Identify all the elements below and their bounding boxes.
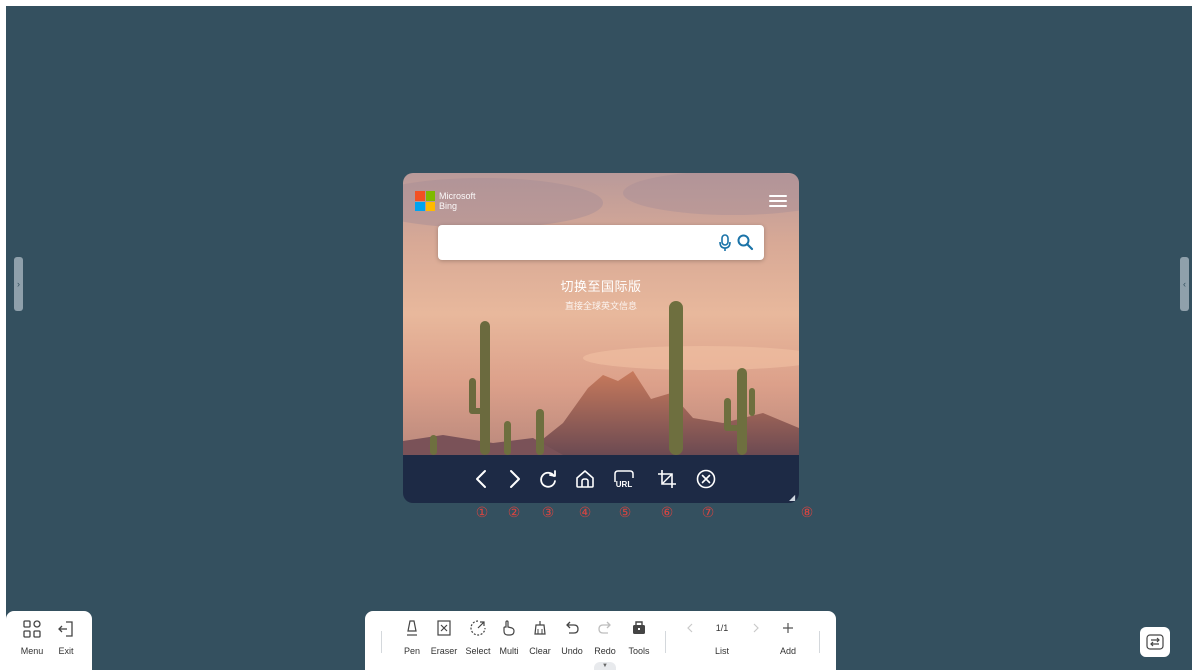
redo-label: Redo	[594, 646, 616, 656]
undo-icon	[566, 621, 579, 634]
desert-background-image	[403, 173, 799, 455]
clear-label: Clear	[529, 646, 551, 656]
undo-label: Undo	[561, 646, 583, 656]
chevron-right-icon	[753, 623, 759, 633]
browser-toolbar: URL	[403, 455, 799, 503]
close-browser-button[interactable]	[693, 466, 719, 492]
select-icon	[470, 620, 486, 636]
page-list-button[interactable]: 1/1 List	[705, 619, 739, 667]
chevron-left-icon	[687, 623, 693, 633]
eraser-icon	[437, 620, 451, 636]
refresh-button[interactable]	[535, 466, 561, 492]
callout-4: ④	[578, 504, 592, 520]
menu-panel: Menu Exit	[6, 611, 92, 670]
logo-line-bing: Bing	[439, 201, 458, 211]
swap-toolbar-side-button[interactable]	[1140, 627, 1170, 657]
url-icon: URL	[614, 470, 634, 489]
select-tool-button[interactable]: Select	[463, 619, 493, 667]
apps-grid-icon	[23, 620, 41, 638]
prev-page-button[interactable]	[681, 619, 699, 667]
chevron-left-icon	[476, 470, 486, 488]
crop-button[interactable]	[654, 466, 680, 492]
callout-8: ⑧	[800, 504, 814, 520]
forward-button[interactable]	[501, 466, 527, 492]
multi-tool-button[interactable]: Multi	[497, 619, 521, 667]
callout-7: ⑦	[701, 504, 715, 520]
bing-logo[interactable]: Microsoft Bing	[415, 191, 476, 211]
right-drawer-handle[interactable]: ‹	[1180, 257, 1189, 311]
logo-line-microsoft: Microsoft	[439, 191, 476, 201]
callout-5: ⑤	[618, 504, 632, 520]
chevron-right-icon	[510, 470, 520, 488]
swap-arrows-icon	[1146, 634, 1164, 650]
refresh-icon	[540, 470, 556, 488]
redo-button[interactable]: Redo	[592, 619, 618, 667]
resize-handle[interactable]: ◢	[789, 493, 795, 502]
crop-icon	[658, 470, 676, 488]
exit-icon	[58, 621, 73, 637]
left-drawer-handle[interactable]: ›	[14, 257, 23, 311]
switch-international-link[interactable]: 切换至国际版	[403, 276, 799, 295]
clear-icon	[534, 621, 546, 635]
callout-1: ①	[475, 504, 489, 520]
microphone-icon[interactable]	[718, 234, 732, 252]
browser-window[interactable]: Microsoft Bing 切换至国际版 直接全球英文信息 URL ◢	[403, 173, 799, 503]
plus-icon	[783, 623, 793, 633]
redo-icon	[598, 621, 611, 634]
pen-icon	[407, 620, 417, 636]
divider	[381, 631, 382, 653]
tools-label: Tools	[628, 646, 650, 656]
pen-label: Pen	[403, 646, 420, 656]
url-text: URL	[616, 480, 633, 489]
select-label: Select	[465, 646, 491, 656]
callout-2: ②	[507, 504, 521, 520]
page-indicator: 1/1	[715, 623, 729, 633]
add-label: Add	[779, 646, 796, 656]
exit-label: Exit	[58, 646, 74, 656]
close-circle-icon	[696, 469, 716, 489]
divider	[665, 631, 666, 653]
tools-button[interactable]: Tools	[624, 619, 654, 667]
bottom-toolbar: Pen Eraser Select Multi Clear Undo Redo …	[365, 611, 836, 670]
hand-touch-icon	[503, 620, 515, 636]
hamburger-menu-icon[interactable]	[769, 195, 787, 207]
pen-tool-button[interactable]: Pen	[401, 619, 423, 667]
microsoft-logo-icon	[415, 191, 435, 211]
search-input[interactable]	[438, 225, 764, 260]
divider	[819, 631, 820, 653]
home-button[interactable]	[572, 466, 598, 492]
exit-button[interactable]: Exit	[48, 619, 84, 665]
callout-3: ③	[541, 504, 555, 520]
callout-6: ⑥	[660, 504, 674, 520]
list-label: List	[714, 646, 729, 656]
add-page-button[interactable]: Add	[775, 619, 801, 667]
next-page-button[interactable]	[747, 619, 765, 667]
switch-international-subtitle: 直接全球英文信息	[564, 301, 637, 311]
url-button[interactable]: URL	[611, 466, 637, 492]
search-icon[interactable]	[736, 233, 754, 251]
back-button[interactable]	[469, 466, 495, 492]
collapse-toolbar-button[interactable]: ▼	[594, 662, 616, 670]
home-icon	[576, 470, 594, 488]
toolbox-icon	[633, 621, 645, 634]
multi-label: Multi	[499, 646, 519, 656]
undo-button[interactable]: Undo	[559, 619, 585, 667]
eraser-label: Eraser	[430, 646, 458, 656]
menu-label: Menu	[20, 646, 44, 656]
menu-button[interactable]: Menu	[14, 619, 50, 665]
clear-tool-button[interactable]: Clear	[527, 619, 553, 667]
eraser-tool-button[interactable]: Eraser	[429, 619, 459, 667]
